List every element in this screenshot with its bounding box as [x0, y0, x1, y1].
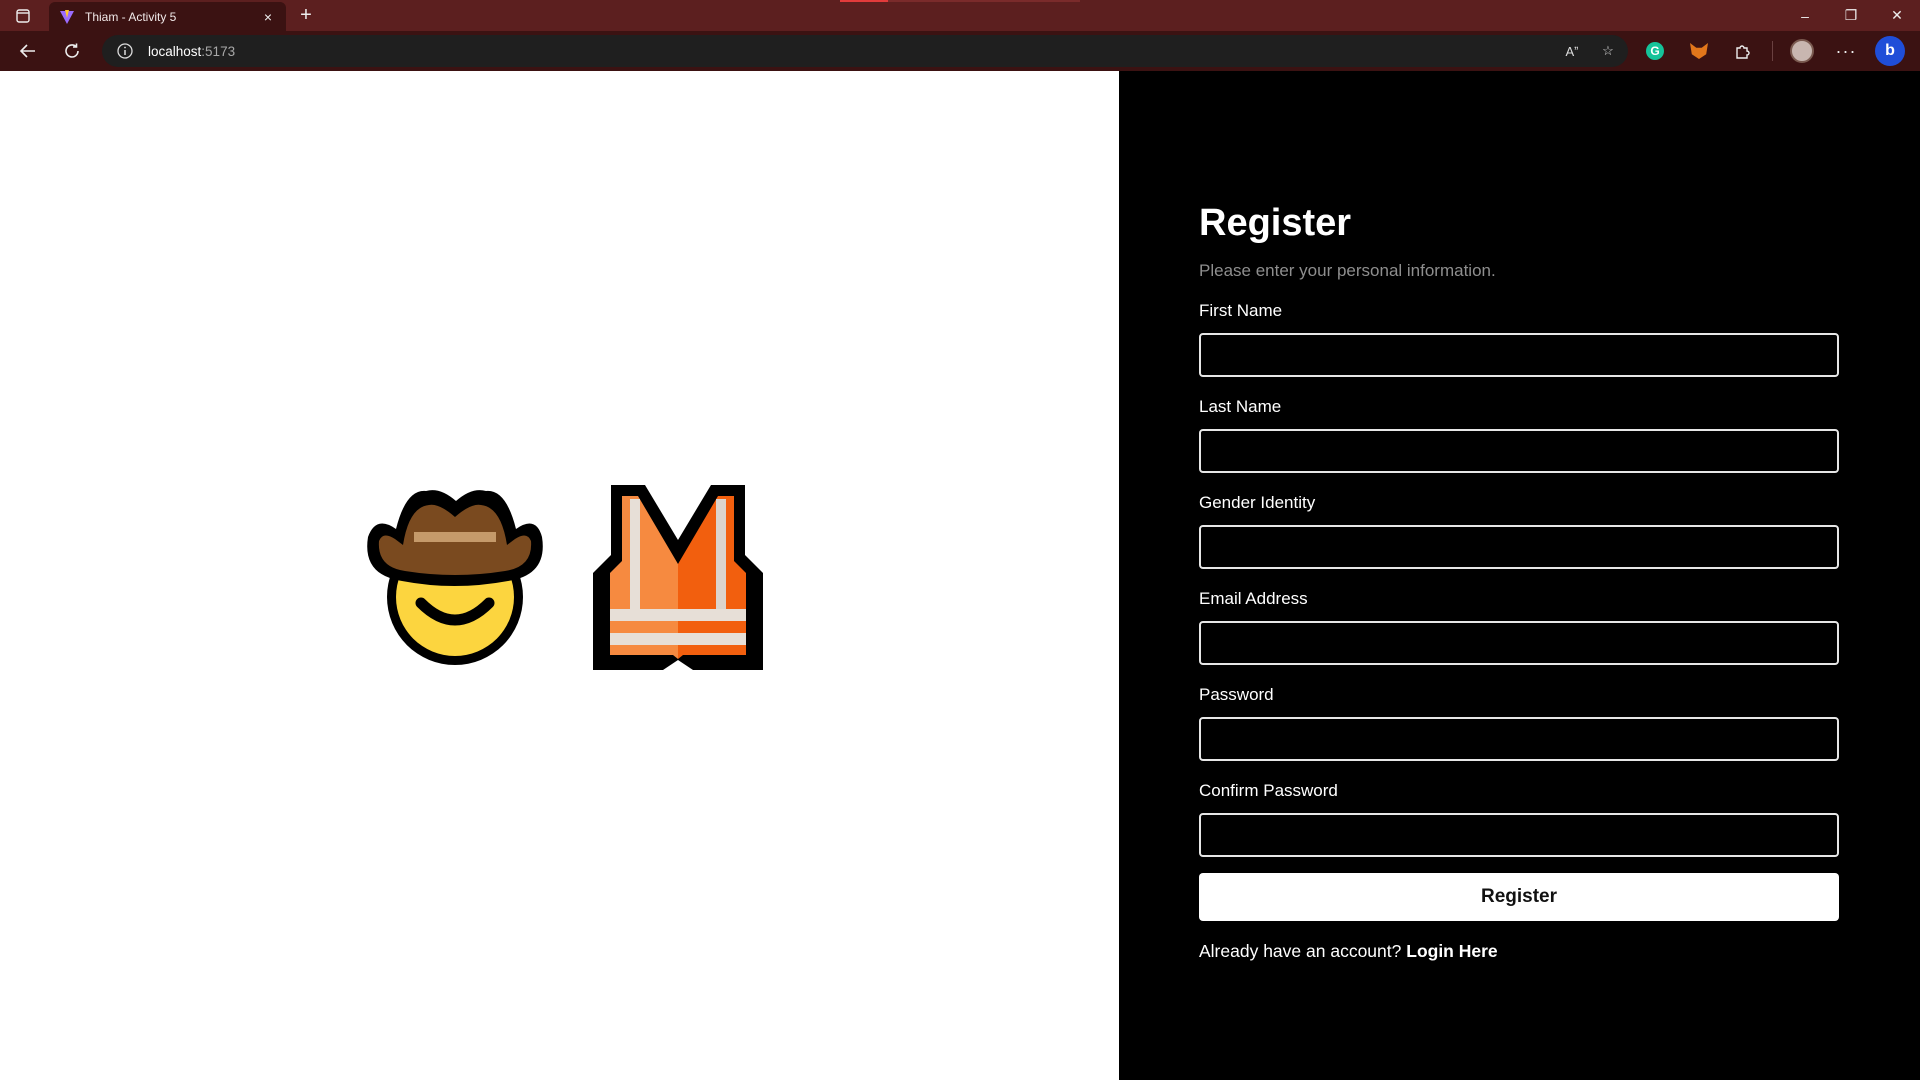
close-window-icon[interactable]: ✕: [1874, 0, 1920, 31]
add-favorite-icon[interactable]: ☆: [1598, 43, 1618, 59]
address-bar[interactable]: localhost:5173 Aˮ ☆: [102, 35, 1628, 67]
read-aloud-icon[interactable]: Aˮ: [1562, 44, 1582, 59]
register-panel: Register Please enter your personal info…: [1119, 71, 1920, 1080]
form-subtitle: Please enter your personal information.: [1199, 261, 1496, 280]
safety-vest-icon: [586, 485, 771, 670]
first-name-label: First Name: [1199, 301, 1283, 320]
vite-favicon-icon: [59, 9, 75, 25]
confirm-password-group: Confirm Password: [1199, 781, 1839, 857]
url-port: :5173: [201, 43, 236, 59]
more-menu-icon[interactable]: ···: [1831, 36, 1861, 66]
hero-panel: [0, 71, 1119, 1080]
loading-progress-bar: [840, 0, 1080, 2]
profile-avatar[interactable]: [1787, 36, 1817, 66]
browser-tab-strip: Thiam - Activity 5 × + – ❐ ✕: [0, 0, 1920, 31]
grammarly-extension-icon[interactable]: G: [1640, 36, 1670, 66]
confirm-password-input[interactable]: [1199, 813, 1839, 857]
browser-tab-active[interactable]: Thiam - Activity 5 ×: [49, 2, 286, 31]
bing-copilot-icon[interactable]: b: [1875, 36, 1905, 66]
register-button[interactable]: Register: [1199, 873, 1839, 921]
password-input[interactable]: [1199, 717, 1839, 761]
gender-identity-input[interactable]: [1199, 525, 1839, 569]
login-prompt-text: Already have an account?: [1199, 941, 1402, 961]
minimize-icon[interactable]: –: [1782, 0, 1828, 31]
last-name-input[interactable]: [1199, 429, 1839, 473]
tab-close-icon[interactable]: ×: [260, 9, 276, 25]
window-controls: – ❐ ✕: [1782, 0, 1920, 31]
last-name-label: Last Name: [1199, 397, 1282, 416]
first-name-group: First Name: [1199, 301, 1839, 377]
last-name-group: Last Name: [1199, 397, 1839, 473]
tab-title: Thiam - Activity 5: [85, 9, 177, 24]
email-input[interactable]: [1199, 621, 1839, 665]
page-content: Register Please enter your personal info…: [0, 71, 1920, 1080]
login-link[interactable]: Login Here: [1406, 941, 1497, 961]
extensions-area: G ··· b: [1640, 31, 1905, 71]
toolbar-separator: [1772, 41, 1773, 61]
new-tab-button[interactable]: +: [294, 4, 318, 28]
login-prompt-line: Already have an account? Login Here: [1199, 941, 1839, 962]
register-form: Register Please enter your personal info…: [1199, 201, 1839, 962]
password-label: Password: [1199, 685, 1274, 704]
reload-icon[interactable]: [54, 35, 90, 67]
tab-actions-icon[interactable]: [12, 6, 34, 26]
email-group: Email Address: [1199, 589, 1839, 665]
cowboy-face-icon: [363, 485, 548, 670]
first-name-input[interactable]: [1199, 333, 1839, 377]
browser-toolbar: localhost:5173 Aˮ ☆ G ··· b: [0, 31, 1920, 71]
site-info-icon[interactable]: [116, 42, 134, 60]
confirm-password-label: Confirm Password: [1199, 781, 1338, 800]
back-arrow-icon[interactable]: [10, 35, 46, 67]
form-title: Register: [1199, 202, 1352, 244]
gender-identity-group: Gender Identity: [1199, 493, 1839, 569]
gender-identity-label: Gender Identity: [1199, 493, 1316, 512]
extensions-puzzle-icon[interactable]: [1728, 36, 1758, 66]
hero-emojis: [363, 485, 771, 670]
metamask-extension-icon[interactable]: [1684, 36, 1714, 66]
email-label: Email Address: [1199, 589, 1308, 608]
url-host: localhost: [148, 43, 202, 59]
restore-icon[interactable]: ❐: [1828, 0, 1874, 31]
password-group: Password: [1199, 685, 1839, 761]
